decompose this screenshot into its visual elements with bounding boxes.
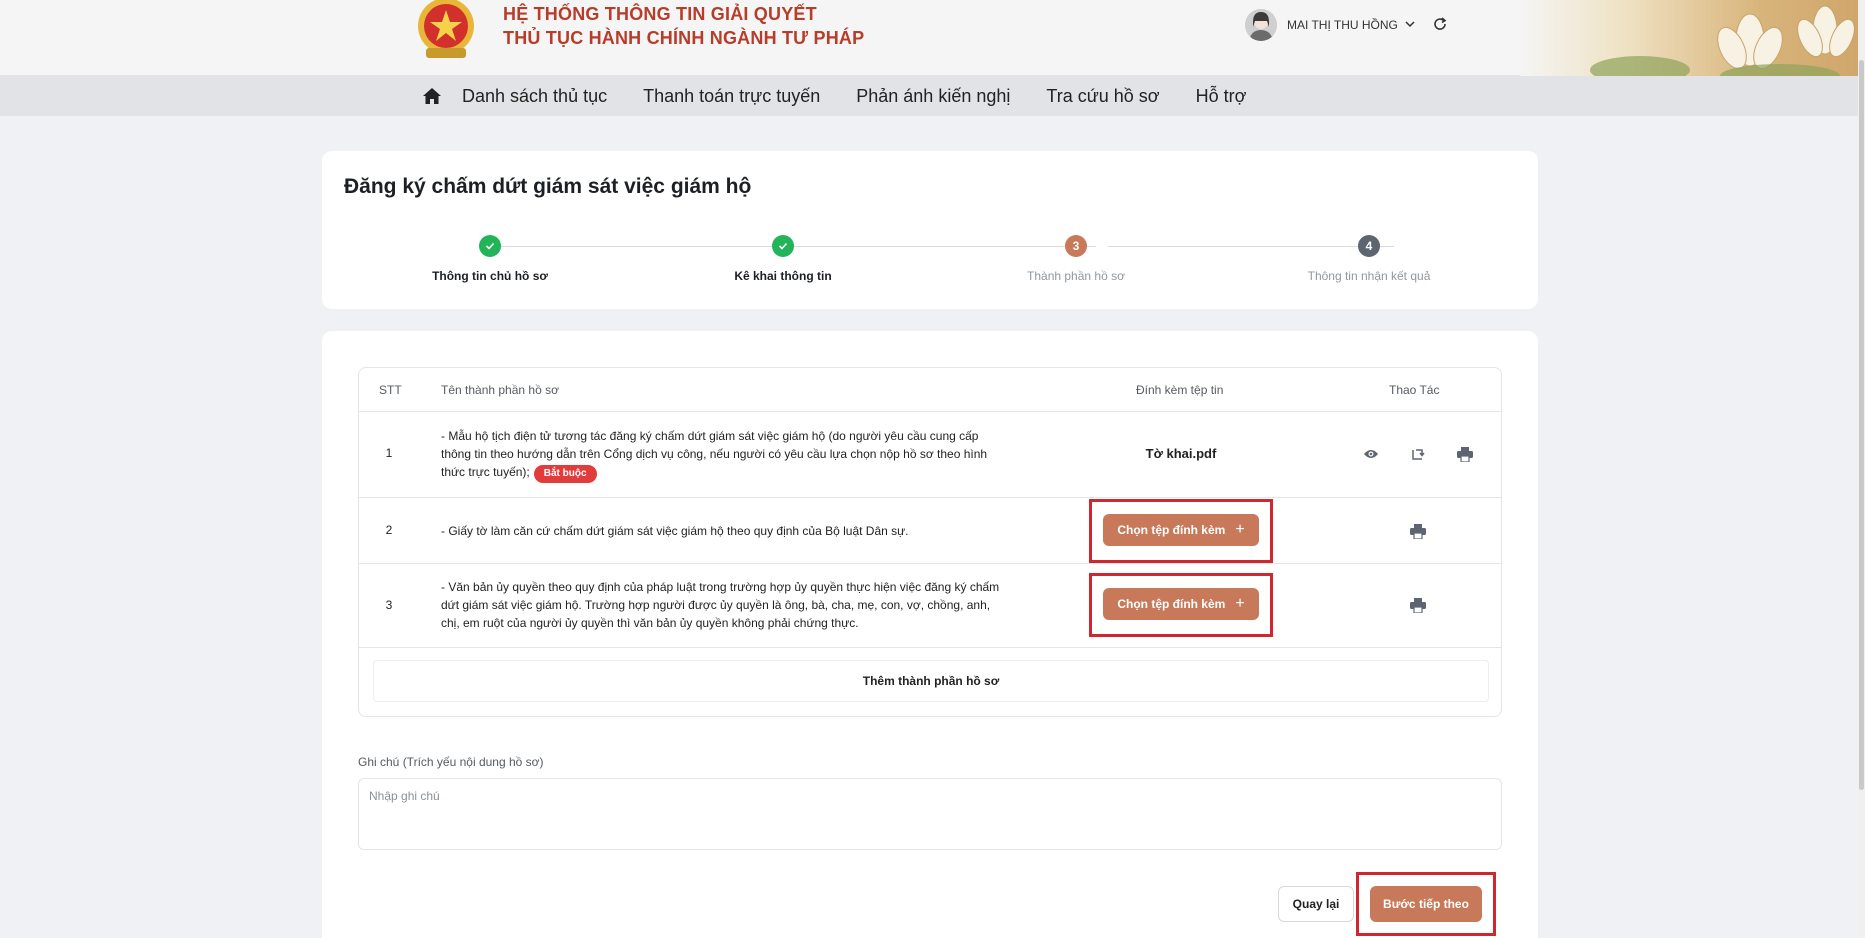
nav-item-lookup[interactable]: Tra cứu hồ sơ xyxy=(1046,86,1159,107)
national-emblem-icon xyxy=(410,0,482,62)
table-row: 3 - Văn bản ủy quyền theo quy định của p… xyxy=(359,564,1501,648)
step-label: Thông tin nhận kết quả xyxy=(1307,269,1431,283)
highlight-frame xyxy=(1356,872,1496,936)
col-name: Tên thành phần hồ sơ xyxy=(441,383,559,397)
stepper: Thông tin chủ hồ sơ Kê khai thông tin 3 … xyxy=(322,233,1538,293)
note-label: Ghi chú (Trích yếu nội dung hồ sơ) xyxy=(358,755,544,769)
step-number: 3 xyxy=(1065,235,1087,257)
replace-file-icon[interactable] xyxy=(1409,445,1427,463)
description-line: - Giấy tờ làm căn cứ chấm dứt giám sát v… xyxy=(441,524,909,538)
table-row: 2 - Giấy tờ làm căn cứ chấm dứt giám sát… xyxy=(359,498,1501,564)
step-number: 4 xyxy=(1358,235,1380,257)
attached-file-name[interactable]: Tờ khai.pdf xyxy=(1101,446,1261,461)
documents-card: STT Tên thành phần hồ sơ Đính kèm tệp ti… xyxy=(322,331,1538,938)
page-title: Đăng ký chấm dứt giám sát việc giám hộ xyxy=(344,175,752,198)
description-line: - Văn bản ủy quyền theo quy định của phá… xyxy=(441,580,1000,594)
nav-item-online-payment[interactable]: Thanh toán trực tuyến xyxy=(643,86,820,107)
documents-table: STT Tên thành phần hồ sơ Đính kèm tệp ti… xyxy=(358,367,1502,717)
step-label: Kê khai thông tin xyxy=(734,269,832,283)
highlight-frame xyxy=(1089,573,1273,637)
description-line: thức trực tuyến); xyxy=(441,465,530,479)
step-label: Thành phần hồ sơ xyxy=(1027,269,1125,283)
back-button[interactable]: Quay lại xyxy=(1278,886,1354,922)
note-field[interactable] xyxy=(358,778,1502,850)
eye-icon[interactable] xyxy=(1362,445,1380,463)
row-stt: 1 xyxy=(385,446,393,460)
print-icon[interactable] xyxy=(1456,445,1474,463)
user-menu[interactable]: MAI THỊ THU HỒNG xyxy=(1245,9,1448,41)
main-nav: Danh sách thủ tục Thanh toán trực tuyến … xyxy=(0,76,1865,116)
row-description: - Mẫu hộ tịch điện tử tương tác đăng ký … xyxy=(441,427,1021,483)
step-4: 4 Thông tin nhận kết quả xyxy=(1269,233,1469,283)
row-description: - Văn bản ủy quyền theo quy định của phá… xyxy=(441,578,1021,632)
add-document-component-button[interactable]: Thêm thành phần hồ sơ xyxy=(373,660,1489,702)
nav-item-support[interactable]: Hỗ trợ xyxy=(1196,86,1247,107)
step-2: Kê khai thông tin xyxy=(683,233,883,283)
col-actions: Thao Tác xyxy=(1389,383,1440,397)
row-stt: 3 xyxy=(385,598,393,612)
system-title[interactable]: HỆ THỐNG THÔNG TIN GIẢI QUYẾT THỦ TỤC HÀ… xyxy=(503,2,864,50)
table-header: STT Tên thành phần hồ sơ Đính kèm tệp ti… xyxy=(359,368,1501,412)
row-description: - Giấy tờ làm căn cứ chấm dứt giám sát v… xyxy=(441,522,1021,540)
app-header: HỆ THỐNG THÔNG TIN GIẢI QUYẾT THỦ TỤC HÀ… xyxy=(0,0,1865,76)
description-line: chị, em ruột của người ủy quyền thì văn … xyxy=(441,616,859,630)
description-line: - Mẫu hộ tịch điện tử tương tác đăng ký … xyxy=(441,429,979,443)
step-1: Thông tin chủ hồ sơ xyxy=(390,233,590,283)
check-icon xyxy=(479,235,501,257)
check-icon xyxy=(772,235,794,257)
brand-line-2: THỦ TỤC HÀNH CHÍNH NGÀNH TƯ PHÁP xyxy=(503,28,865,48)
description-line-last: thức trực tuyến); Bắt buộc xyxy=(441,463,1021,483)
nav-item-feedback[interactable]: Phản ánh kiến nghị xyxy=(856,86,1010,107)
highlight-frame xyxy=(1089,499,1273,563)
col-stt: STT xyxy=(379,383,402,397)
table-row: 1 - Mẫu hộ tịch điện tử tương tác đăng k… xyxy=(359,412,1501,498)
description-line: thông tin theo hướng dẫn trên Cổng dịch … xyxy=(441,447,988,461)
brand-line-1: HỆ THỐNG THÔNG TIN GIẢI QUYẾT xyxy=(503,4,817,24)
chevron-down-icon[interactable] xyxy=(1404,18,1416,33)
row-stt: 2 xyxy=(385,523,393,537)
nav-item-procedures[interactable]: Danh sách thủ tục xyxy=(462,86,607,107)
lotus-decoration xyxy=(1520,0,1865,76)
required-badge: Bắt buộc xyxy=(533,465,597,483)
print-icon[interactable] xyxy=(1409,596,1427,614)
print-icon[interactable] xyxy=(1409,522,1427,540)
avatar xyxy=(1245,9,1277,41)
col-attach: Đính kèm tệp tin xyxy=(1136,383,1224,397)
scrollbar-thumb[interactable] xyxy=(1859,60,1864,790)
step-label: Thông tin chủ hồ sơ xyxy=(432,269,548,283)
refresh-icon[interactable] xyxy=(1432,16,1448,35)
description-line: dứt giám sát việc giám hộ. Trường hợp ng… xyxy=(441,598,991,612)
step-3: 3 Thành phần hồ sơ xyxy=(976,233,1176,283)
page-scrollbar[interactable] xyxy=(1858,0,1865,938)
user-name: MAI THỊ THU HỒNG xyxy=(1287,18,1398,32)
home-icon[interactable] xyxy=(420,84,444,108)
procedure-header-card: Đăng ký chấm dứt giám sát việc giám hộ T… xyxy=(322,151,1538,309)
